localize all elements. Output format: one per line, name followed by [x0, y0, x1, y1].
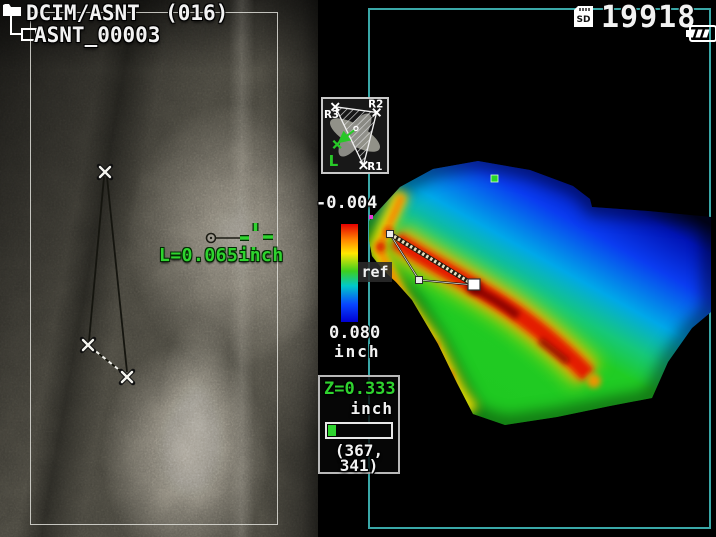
scale-ref-label: ref — [358, 262, 392, 282]
scale-unit-label: inch — [334, 342, 381, 361]
reference-plane-diagram: R3 R2 R1 L — [321, 97, 389, 174]
depth-extreme-marker — [491, 175, 498, 182]
battery-icon — [686, 25, 716, 42]
svg-text:SD: SD — [577, 15, 591, 25]
depth-progress-fill — [328, 425, 336, 436]
r2-label: R2 — [368, 99, 383, 111]
depth-surface — [368, 8, 712, 530]
depth-color-scale — [341, 224, 358, 322]
point-cloud-view[interactable] — [368, 8, 712, 530]
length-measurement-label: L=0.065inch — [159, 245, 284, 266]
image-frame — [30, 12, 278, 525]
z-value: Z=0.333 — [324, 379, 396, 399]
active-point-marker-3d[interactable] — [468, 279, 480, 290]
scale-max-label: -0.004 — [316, 193, 377, 213]
r1-label: R1 — [367, 161, 382, 172]
cursor-coordinates-line2: 341) — [320, 456, 398, 475]
videoprobe-screen: L=0.065inch — [0, 0, 716, 537]
sd-card-icon: SD — [573, 5, 594, 28]
frame-counter: 19918 — [601, 0, 696, 35]
r3-label: R3 — [324, 109, 339, 121]
magenta-marker — [369, 215, 373, 219]
l-axis-label: L — [329, 152, 339, 170]
point-marker-1-3d[interactable] — [387, 231, 394, 238]
depth-progress-bar — [325, 422, 393, 439]
scale-min-label: 0.080 — [329, 323, 380, 343]
file-name-label: ASNT_00003 — [34, 23, 160, 47]
z-depth-panel: Z=0.333 inch (367, 341) — [318, 375, 400, 474]
live-image-view: L=0.065inch — [0, 0, 318, 537]
folder-path-label: DCIM/ASNT (016) — [26, 1, 228, 25]
point-marker-2-3d[interactable] — [416, 277, 423, 284]
z-unit: inch — [350, 399, 393, 418]
